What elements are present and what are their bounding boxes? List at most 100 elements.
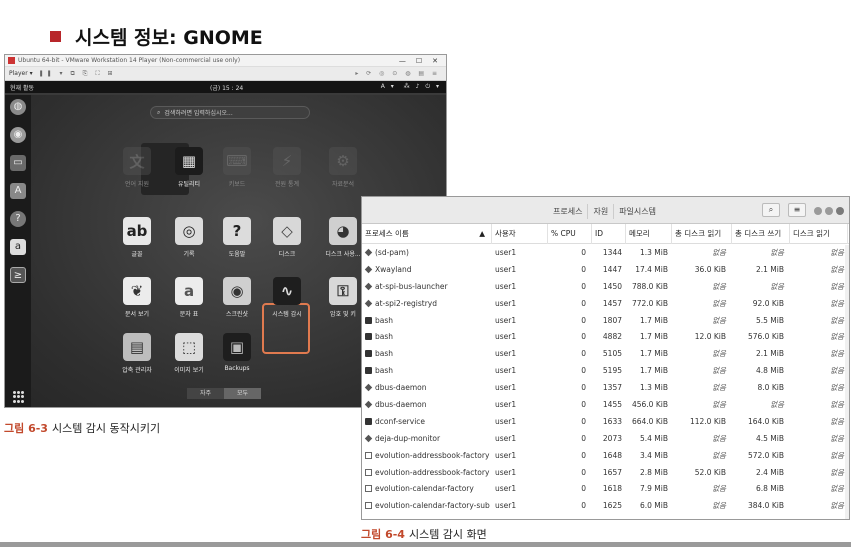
- col-disk-read[interactable]: 디스크 읽기: [790, 223, 848, 244]
- table-row[interactable]: (sd-pam) user1 0 1344 1.3 MiB 없음 없음 없음: [362, 244, 849, 261]
- file-icon: [365, 451, 372, 459]
- table-row[interactable]: bash user1 0 4882 1.7 MiB 12.0 KiB 576.0 KiB 없음: [362, 328, 849, 345]
- app-icon: ⚙: [329, 147, 357, 175]
- tab-processes[interactable]: 프로세스: [548, 204, 589, 219]
- cell-name: at-spi2-registryd: [362, 299, 492, 308]
- col-total-disk-write[interactable]: 총 디스크 쓰기: [732, 223, 790, 244]
- table-row[interactable]: evolution-calendar-factory-sub user1 0 1625…: [362, 497, 849, 514]
- minimize-icon[interactable]: —: [399, 57, 406, 65]
- close-icon[interactable]: ✕: [432, 57, 438, 65]
- indicators[interactable]: A ▾ ⁂ ♪ ⏻ ▾: [381, 83, 441, 91]
- table-row[interactable]: at-spi-bus-launcher user1 0 1450 788.0 KiB 없음…: [362, 278, 849, 295]
- process-icon: [364, 400, 373, 409]
- table-row[interactable]: bash user1 0 1807 1.7 MiB 없음 5.5 MiB 없음: [362, 312, 849, 329]
- toolbar-tools-icon[interactable]: ❚❚ ▾ ⧉ ⎘ ⛶ ⊞: [39, 70, 116, 78]
- table-row[interactable]: evolution-calendar-factory user1 0 1618 7.9 …: [362, 480, 849, 497]
- process-icon: [364, 383, 373, 392]
- table-row[interactable]: at-spi2-registryd user1 0 1457 772.0 KiB 없음 92…: [362, 295, 849, 312]
- cell-total-disk-read: 없음: [712, 315, 726, 325]
- cell-user: user1: [495, 349, 517, 359]
- app-0[interactable]: 文 언어 지원: [109, 147, 165, 188]
- caption-text: 시스템 감시 화면: [408, 528, 487, 541]
- col-total-disk-read[interactable]: 총 디스크 읽기: [672, 223, 732, 244]
- cell-user: user1: [495, 416, 517, 426]
- activities-button[interactable]: 현재 활동: [10, 83, 34, 92]
- cell-name: evolution-calendar-factory-sub: [362, 501, 492, 510]
- process-icon: [364, 265, 373, 274]
- minimize-icon[interactable]: [814, 207, 822, 215]
- files-icon[interactable]: ▭: [10, 155, 26, 171]
- process-name: dbus-daemon: [375, 383, 427, 393]
- toggle-frequent[interactable]: 자주: [187, 388, 224, 399]
- app-13[interactable]: ∿ 시스템 감시: [259, 277, 315, 318]
- help-icon[interactable]: ?: [10, 211, 26, 227]
- tab-filesystems[interactable]: 파일시스템: [614, 204, 661, 219]
- table-row[interactable]: dbus-daemon user1 0 1455 456.0 KiB 없음 없음 없음: [362, 396, 849, 413]
- search-button[interactable]: ⌕: [762, 203, 780, 217]
- cell-total-disk-read: 없음: [712, 349, 726, 359]
- document-page: { "heading": "시스템 정보: GNOME", "vmware": …: [0, 0, 851, 547]
- cell-disk-read: 없음: [830, 467, 844, 477]
- cell-cpu: 0: [581, 383, 586, 393]
- app-12[interactable]: ◉ 스크린샷: [209, 277, 265, 318]
- player-menu[interactable]: Player ▾: [9, 70, 33, 77]
- maximize-icon[interactable]: [825, 207, 833, 215]
- firefox-icon[interactable]: ◍: [10, 99, 26, 115]
- search-input[interactable]: ⌕ 검색하려면 입력하십시오...: [150, 106, 310, 119]
- app-icon: a: [175, 277, 203, 305]
- toggle-all[interactable]: 모두: [224, 388, 261, 399]
- table-row[interactable]: dbus-daemon user1 0 1357 1.3 MiB 없음 8.0 KiB 없음: [362, 379, 849, 396]
- table-row[interactable]: evolution-addressbook-factory user1 0 1648 3…: [362, 447, 849, 464]
- app-17[interactable]: ▣ Backups: [209, 333, 265, 372]
- cell-memory: 7.9 MiB: [639, 484, 668, 494]
- hamburger-icon: ≡: [793, 205, 801, 214]
- col-memory[interactable]: 메모리: [626, 223, 672, 244]
- process-name: bash: [375, 332, 394, 342]
- table-row[interactable]: dconf-service user1 0 1633 664.0 KiB 112.0 Ki…: [362, 413, 849, 430]
- terminal-icon[interactable]: ≥: [10, 267, 26, 283]
- show-apps-icon[interactable]: [13, 391, 25, 403]
- table-row[interactable]: bash user1 0 5195 1.7 MiB 없음 4.8 MiB 없음: [362, 362, 849, 379]
- app-7[interactable]: ? 도움말: [209, 217, 265, 258]
- close-icon[interactable]: [836, 207, 844, 215]
- file-icon: [365, 485, 372, 493]
- table-row[interactable]: bash user1 0 5105 1.7 MiB 없음 2.1 MiB 없음: [362, 345, 849, 362]
- cell-total-disk-write: 2.4 MiB: [755, 467, 784, 477]
- cell-memory: 1.7 MiB: [639, 349, 668, 359]
- col-process-name[interactable]: 프로세스 이름 ▲: [362, 223, 492, 244]
- cell-memory: 664.0 KiB: [631, 416, 668, 426]
- clock[interactable]: (금) 15 : 24: [210, 83, 243, 92]
- app-5[interactable]: ab 글꼴: [109, 217, 165, 258]
- system-monitor-window: 프로세스 자원 파일시스템 ⌕ ≡ 프로세스 이름 ▲ 사용자 % CPU ID …: [361, 196, 850, 520]
- frequent-all-toggle[interactable]: 자주 모두: [187, 388, 261, 399]
- table-row[interactable]: evolution-addressbook-factory user1 0 1657 2…: [362, 464, 849, 481]
- cell-name: bash: [362, 316, 492, 325]
- app-8[interactable]: ◇ 디스크: [259, 217, 315, 258]
- tab-resources[interactable]: 자원: [588, 204, 615, 219]
- device-icons[interactable]: ▸ ⟳ ◎ ⊙ ◍ ▤ ≡: [355, 70, 446, 77]
- col-user[interactable]: 사용자: [492, 223, 548, 244]
- table-row[interactable]: Xwayland user1 0 1447 17.4 MiB 36.0 KiB 2.1 Mi…: [362, 261, 849, 278]
- cell-disk-read: 없음: [830, 298, 844, 308]
- scrollbar[interactable]: [845, 245, 849, 519]
- col-id[interactable]: ID: [592, 223, 626, 244]
- input-indicator[interactable]: A ▾: [381, 83, 396, 90]
- menu-button[interactable]: ≡: [788, 203, 806, 217]
- thunderbird-icon[interactable]: ◉: [10, 127, 26, 143]
- app-10[interactable]: ❦ 문서 보기: [109, 277, 165, 318]
- software-icon[interactable]: A: [10, 183, 26, 199]
- app-2[interactable]: ⌨ 키보드: [209, 147, 265, 188]
- maximize-icon[interactable]: ☐: [416, 57, 422, 65]
- table-row[interactable]: deja-dup-monitor user1 0 2073 5.4 MiB 없음 4.5 M…: [362, 430, 849, 447]
- caption-text: 시스템 감시 동작시키기: [51, 422, 161, 435]
- process-icon: [364, 282, 373, 290]
- cell-cpu: 0: [581, 281, 586, 291]
- app-15[interactable]: ▤ 압축 관리자: [109, 333, 165, 374]
- amazon-icon[interactable]: a: [10, 239, 26, 255]
- cell-user: user1: [495, 247, 517, 257]
- app-4[interactable]: ⚙ 자료분석: [315, 147, 371, 188]
- terminal-icon: [365, 367, 372, 375]
- col-cpu[interactable]: % CPU: [548, 223, 592, 244]
- app-3[interactable]: ⚡ 전원 통계: [259, 147, 315, 188]
- cell-total-disk-read: 없음: [712, 501, 726, 511]
